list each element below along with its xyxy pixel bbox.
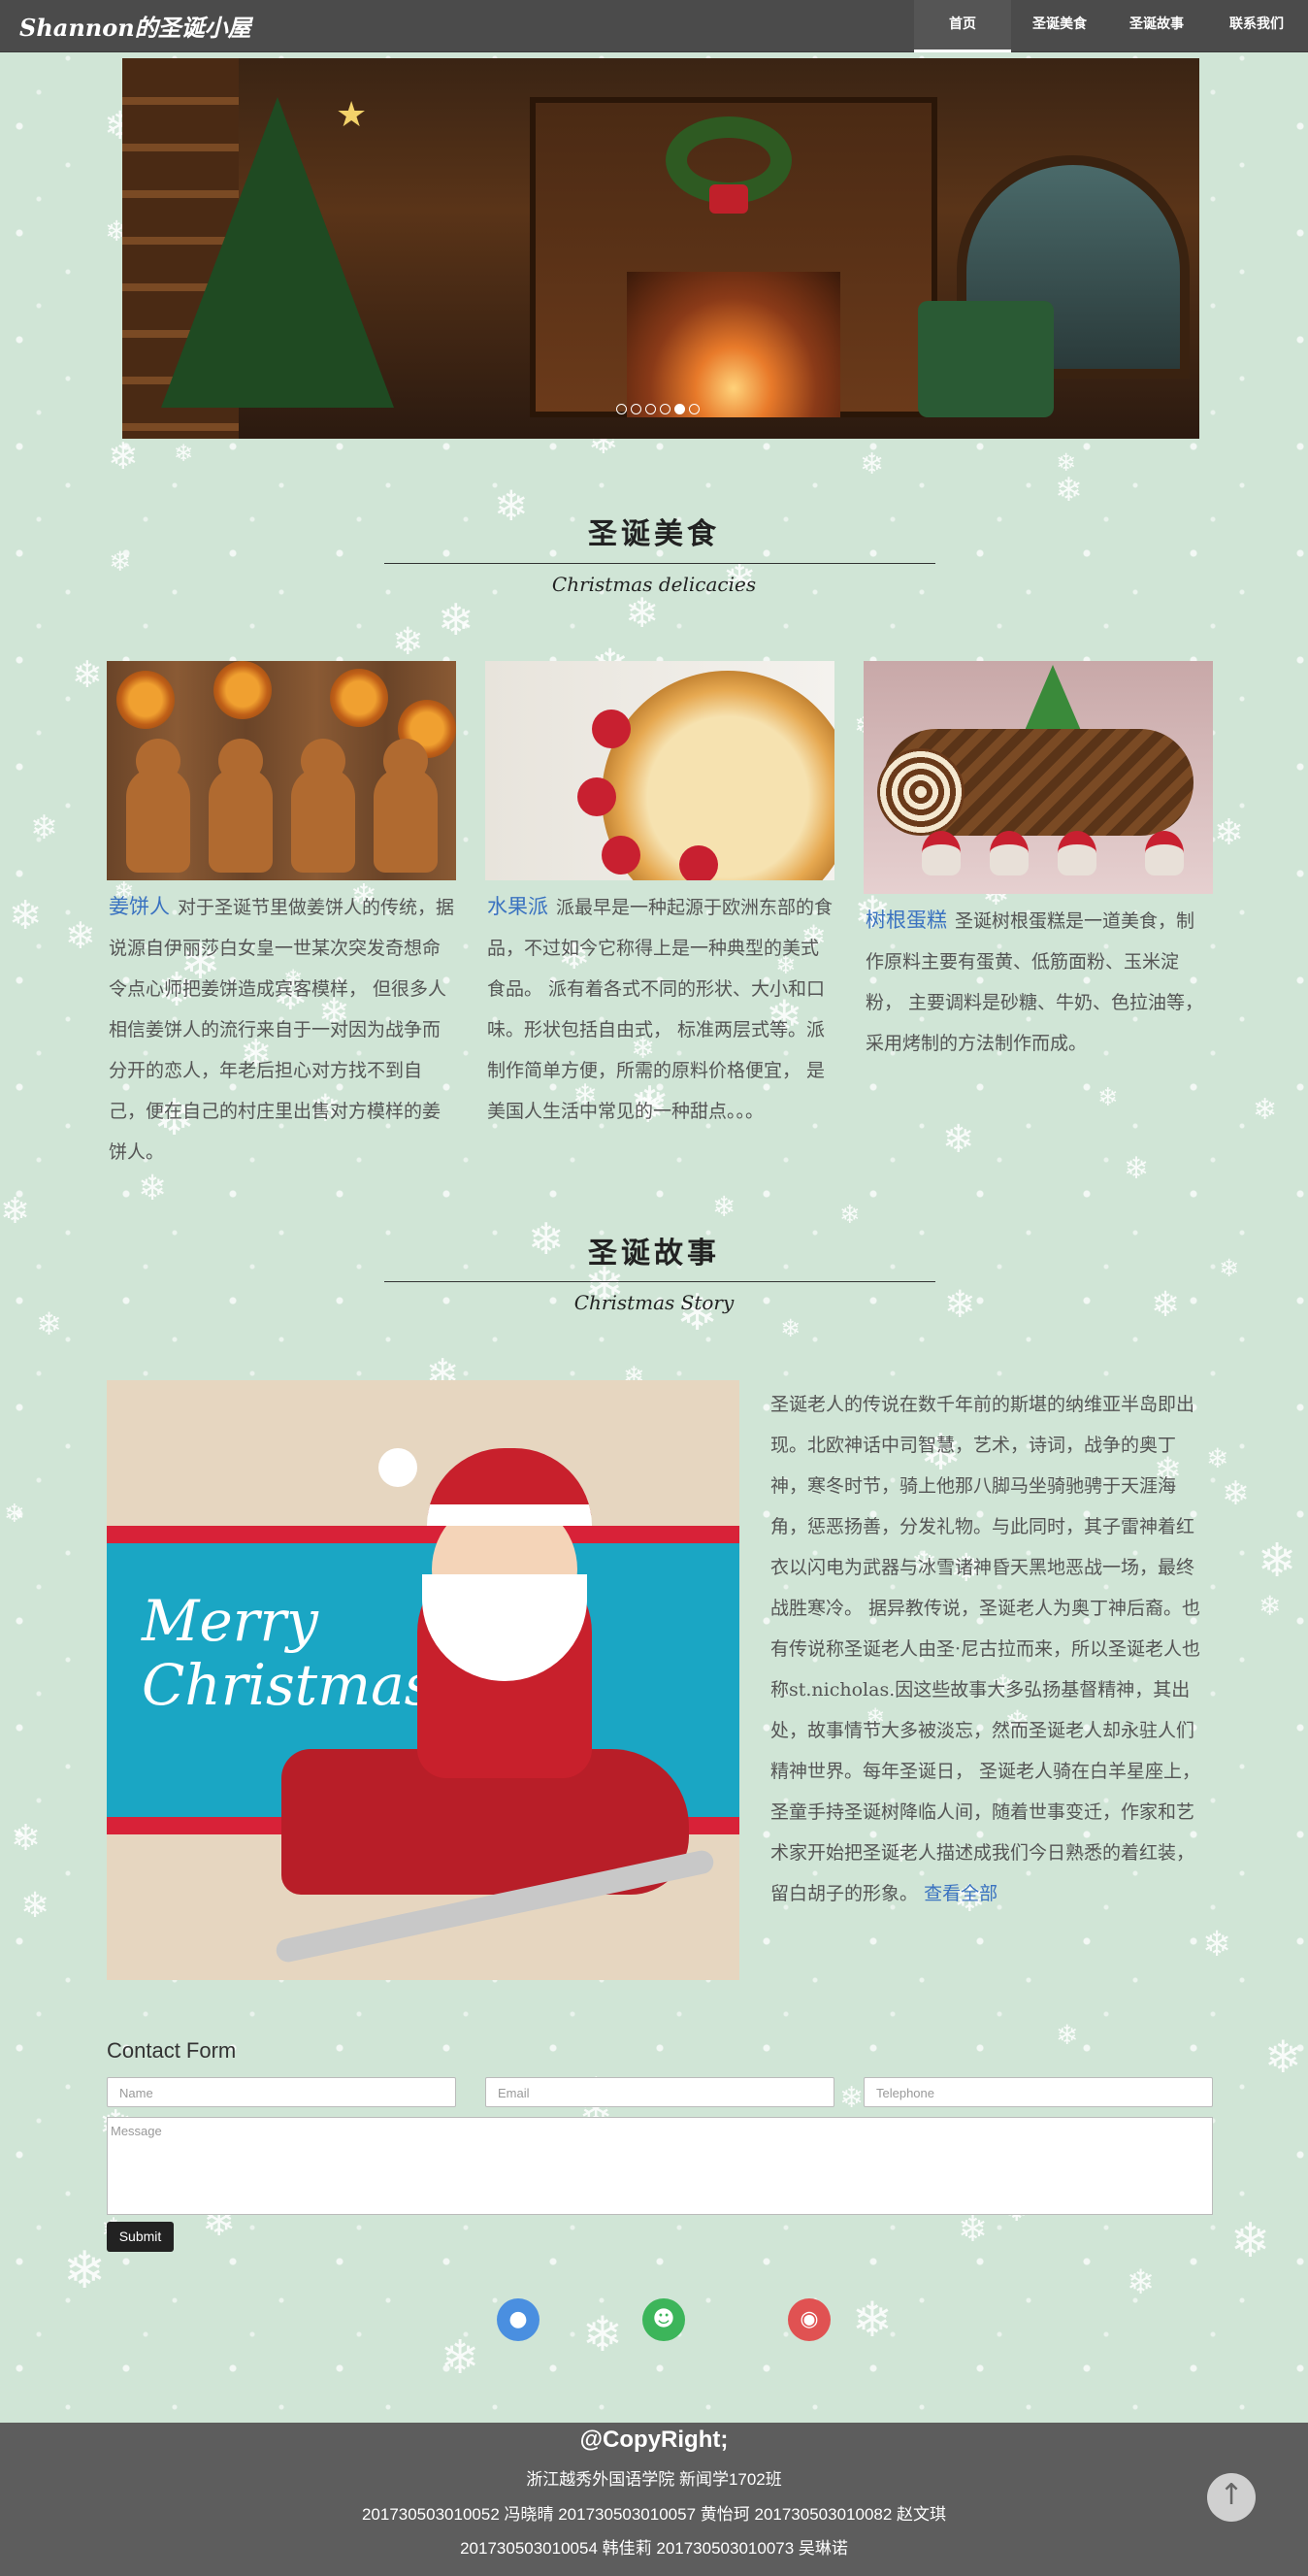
wechat-icon[interactable]: ☻	[642, 2298, 685, 2341]
food-card-fruit-pie: 水果派 派最早是一种起源于欧洲东部的食品，不过如今它称得上是一种典型的美式食品。 …	[485, 661, 834, 1132]
footer-copyright: @CopyRight;	[579, 2427, 729, 2453]
food-card-log-cake: 树根蛋糕 圣诞树根蛋糕是一道美食，制作原料主要有蛋黄、低筋面粉、玉米淀粉， 主要调…	[864, 661, 1213, 1064]
fruit-pie-description: 水果派 派最早是一种起源于欧洲东部的食品，不过如今它称得上是一种典型的美式食品。 …	[485, 886, 834, 1132]
weibo-icon[interactable]: ◉	[788, 2298, 831, 2341]
footer-members-line-1: 201730503010052 冯晓晴 201730503010057 黄怡珂 …	[361, 2505, 947, 2524]
footer-members-line-2: 201730503010054 韩佳莉 201730503010073 吴琳诺	[460, 2539, 848, 2558]
christmas-tree-graphic	[161, 97, 394, 408]
qq-icon[interactable]: ●	[497, 2298, 540, 2341]
carousel-dot[interactable]	[631, 404, 641, 414]
story-section-title: 圣诞故事	[588, 1237, 720, 1271]
submit-button[interactable]: Submit	[107, 2222, 174, 2252]
top-navbar: Shannon的圣诞小屋 首页 圣诞美食 圣诞故事 联系我们	[0, 0, 1308, 52]
fireplace-graphic	[627, 272, 840, 417]
santa-hat-graphic	[427, 1448, 592, 1526]
gingerbread-description: 姜饼人 对于圣诞节里做姜饼人的传统，据说源自伊丽莎白女皇一世某次突发奇想命令点心师…	[107, 886, 456, 1172]
read-more-link[interactable]: 查看全部	[924, 1883, 997, 1904]
nav-item-story[interactable]: 圣诞故事	[1108, 0, 1205, 52]
gingerbread-image	[107, 661, 456, 880]
gingerbread-link[interactable]: 姜饼人	[109, 895, 170, 918]
fruit-pie-image	[485, 661, 834, 880]
carousel-dot[interactable]	[616, 404, 627, 414]
carousel-dot[interactable]	[689, 404, 700, 414]
message-field[interactable]: Message	[107, 2117, 1213, 2215]
log-cake-description: 树根蛋糕 圣诞树根蛋糕是一道美食，制作原料主要有蛋黄、低筋面粉、玉米淀粉， 主要调…	[864, 900, 1213, 1064]
star-icon: ★	[336, 95, 368, 135]
log-cake-image	[864, 661, 1213, 894]
carousel-dot[interactable]	[674, 404, 685, 414]
chair-graphic	[918, 301, 1054, 417]
back-to-top-button[interactable]: ↑	[1207, 2473, 1256, 2522]
nav-item-food[interactable]: 圣诞美食	[1011, 0, 1108, 52]
log-cake-text: 圣诞树根蛋糕是一道美食，制作原料主要有蛋黄、低筋面粉、玉米淀粉， 主要调料是砂糖…	[866, 910, 1204, 1054]
contact-form-title: Contact Form	[107, 2038, 237, 2063]
food-section-subtitle: Christmas delicacies	[551, 573, 757, 596]
email-field[interactable]: Email	[485, 2077, 834, 2107]
nav-item-contact[interactable]: 联系我们	[1205, 0, 1308, 52]
story-text: 圣诞老人的传说在数千年前的斯堪的纳维亚半岛即出现。北欧神话中司智慧，艺术，诗词，…	[770, 1394, 1201, 1904]
brand-logo[interactable]: Shannon的圣诞小屋	[19, 9, 251, 43]
footer-school: 浙江越秀外国语学院 新闻学1702班	[526, 2470, 782, 2489]
hero-carousel[interactable]: ★	[122, 58, 1199, 439]
carousel-dot[interactable]	[660, 404, 670, 414]
food-section-title: 圣诞美食	[588, 517, 720, 551]
nav-item-home[interactable]: 首页	[914, 0, 1011, 52]
fruit-pie-link[interactable]: 水果派	[487, 895, 548, 918]
merry-christmas-text: Merry Christmas	[142, 1588, 434, 1718]
fruit-pie-text: 派最早是一种起源于欧洲东部的食品，不过如今它称得上是一种典型的美式食品。 派有着…	[487, 897, 834, 1122]
name-field[interactable]: Name	[107, 2077, 456, 2107]
story-title-divider	[384, 1281, 935, 1282]
food-card-gingerbread: 姜饼人 对于圣诞节里做姜饼人的传统，据说源自伊丽莎白女皇一世某次突发奇想命令点心师…	[107, 661, 456, 1172]
santa-sleigh-image: Merry Christmas	[107, 1380, 739, 1980]
carousel-dot[interactable]	[645, 404, 656, 414]
gingerbread-text: 对于圣诞节里做姜饼人的传统，据说源自伊丽莎白女皇一世某次突发奇想命令点心师把姜饼…	[109, 897, 455, 1163]
bow-graphic	[709, 184, 748, 214]
telephone-field[interactable]: Telephone	[864, 2077, 1213, 2107]
story-section-subtitle: Christmas Story	[573, 1291, 735, 1314]
carousel-indicators	[614, 400, 702, 414]
story-paragraph: 圣诞老人的传说在数千年前的斯堪的纳维亚半岛即出现。北欧神话中司智慧，艺术，诗词，…	[770, 1384, 1207, 1914]
food-title-divider	[384, 563, 935, 564]
santa-hat-pom-graphic	[378, 1448, 417, 1487]
log-cake-link[interactable]: 树根蛋糕	[866, 908, 947, 932]
